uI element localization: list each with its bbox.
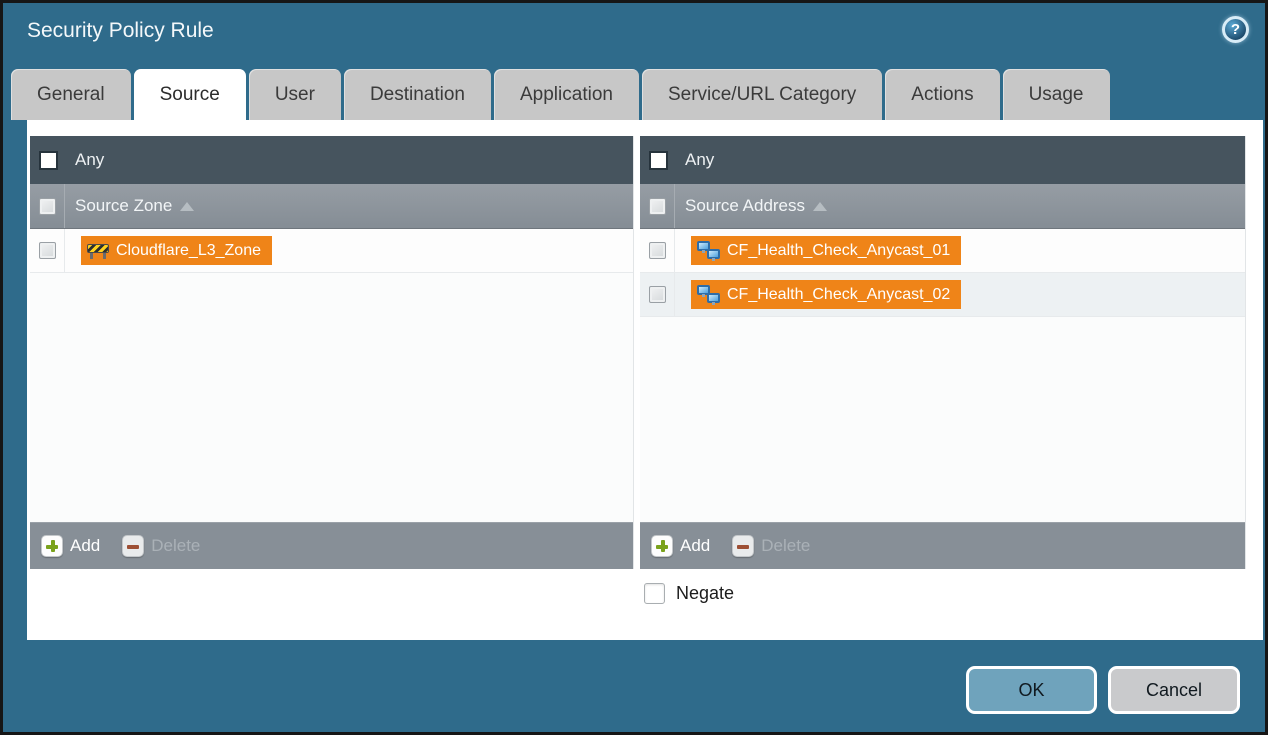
delete-icon: [122, 535, 144, 557]
address-icon: [697, 241, 720, 260]
source-zone-any-checkbox[interactable]: [39, 151, 58, 170]
add-label: Add: [70, 536, 100, 556]
tab-service-url-category[interactable]: Service/URL Category: [642, 69, 882, 120]
table-row[interactable]: CF_Health_Check_Anycast_01: [640, 229, 1245, 273]
tab-usage[interactable]: Usage: [1003, 69, 1110, 120]
row-checkbox[interactable]: [649, 286, 666, 303]
add-icon: [651, 535, 673, 557]
help-icon[interactable]: ?: [1222, 16, 1249, 43]
source-address-panel: Any Source Address CF_Health_Check_Anyca…: [640, 136, 1246, 569]
negate-checkbox[interactable]: [644, 583, 665, 604]
source-zone-panel: Any Source Zone Cloudflare_L3_Zone: [30, 136, 634, 569]
source-address-select-all-checkbox[interactable]: [649, 198, 666, 215]
table-row[interactable]: CF_Health_Check_Anycast_02: [640, 273, 1245, 317]
sort-ascending-icon: [813, 202, 827, 211]
source-zone-any-label: Any: [75, 150, 104, 170]
address-chip[interactable]: CF_Health_Check_Anycast_01: [691, 236, 961, 265]
cancel-button[interactable]: Cancel: [1108, 666, 1240, 714]
row-checkbox[interactable]: [39, 242, 56, 259]
row-checkbox[interactable]: [649, 242, 666, 259]
source-address-column-title: Source Address: [685, 196, 805, 216]
delete-button[interactable]: Delete: [122, 535, 200, 557]
tab-user[interactable]: User: [249, 69, 341, 120]
source-zone-column-header[interactable]: Source Zone: [30, 184, 633, 229]
address-name: CF_Health_Check_Anycast_01: [727, 242, 950, 260]
zone-chip[interactable]: Cloudflare_L3_Zone: [81, 236, 272, 265]
address-name: CF_Health_Check_Anycast_02: [727, 286, 950, 304]
source-zone-column-title: Source Zone: [75, 196, 172, 216]
zone-name: Cloudflare_L3_Zone: [116, 242, 261, 260]
delete-button[interactable]: Delete: [732, 535, 810, 557]
table-row[interactable]: Cloudflare_L3_Zone: [30, 229, 633, 273]
add-label: Add: [680, 536, 710, 556]
delete-icon: [732, 535, 754, 557]
source-zone-toolbar: Add Delete: [30, 522, 633, 569]
source-tab-content: Any Source Zone Cloudflare_L3_Zone: [27, 120, 1263, 640]
source-address-toolbar: Add Delete: [640, 522, 1245, 569]
negate-label: Negate: [676, 583, 734, 604]
tab-actions[interactable]: Actions: [885, 69, 999, 120]
dialog-title: Security Policy Rule: [27, 19, 214, 43]
tab-general[interactable]: General: [11, 69, 131, 120]
delete-label: Delete: [151, 536, 200, 556]
source-address-any-checkbox[interactable]: [649, 151, 668, 170]
add-icon: [41, 535, 63, 557]
source-zone-any-row: Any: [30, 136, 633, 184]
source-zone-list: Cloudflare_L3_Zone: [30, 229, 633, 522]
source-address-any-label: Any: [685, 150, 714, 170]
zone-icon: [87, 242, 109, 259]
address-chip[interactable]: CF_Health_Check_Anycast_02: [691, 280, 961, 309]
delete-label: Delete: [761, 536, 810, 556]
tab-bar: General Source User Destination Applicat…: [11, 69, 1110, 120]
add-button[interactable]: Add: [651, 535, 710, 557]
source-address-list: CF_Health_Check_Anycast_01 CF_Health_Che…: [640, 229, 1245, 522]
ok-button[interactable]: OK: [966, 666, 1097, 714]
tab-source[interactable]: Source: [134, 69, 246, 120]
add-button[interactable]: Add: [41, 535, 100, 557]
source-zone-select-all-checkbox[interactable]: [39, 198, 56, 215]
address-icon: [697, 285, 720, 304]
tab-destination[interactable]: Destination: [344, 69, 491, 120]
negate-option: Negate: [644, 583, 734, 604]
source-address-any-row: Any: [640, 136, 1245, 184]
tab-application[interactable]: Application: [494, 69, 639, 120]
sort-ascending-icon: [180, 202, 194, 211]
source-address-column-header[interactable]: Source Address: [640, 184, 1245, 229]
